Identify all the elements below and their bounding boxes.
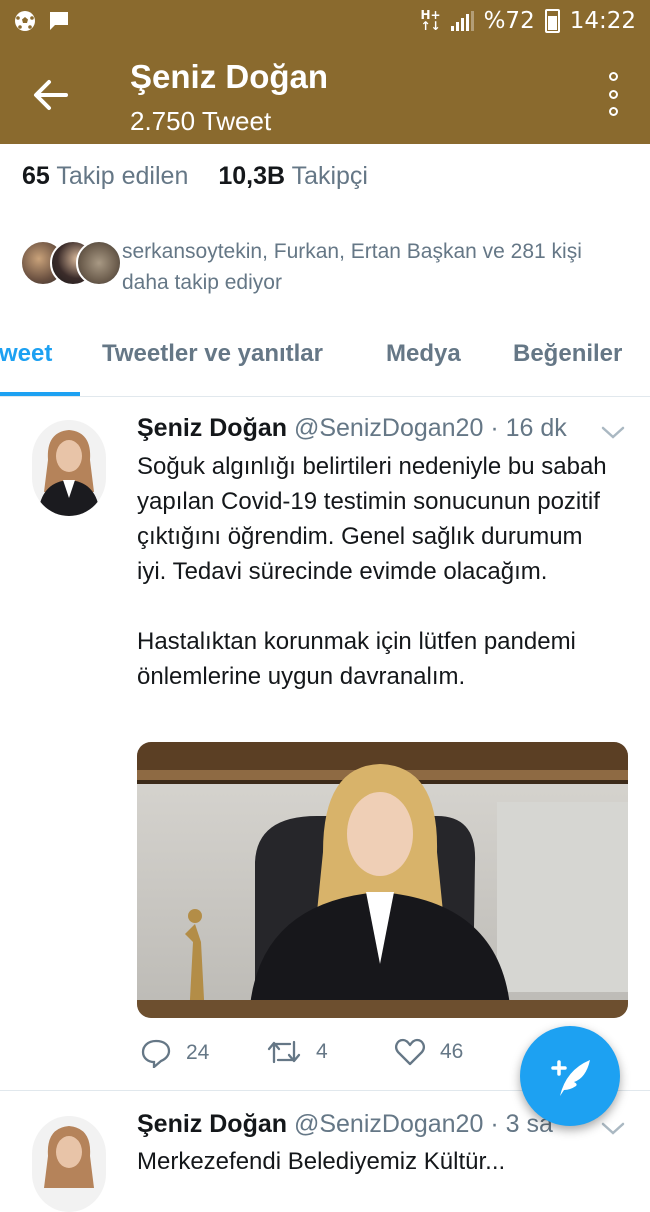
reply-count: 24 xyxy=(186,1041,210,1064)
tweet-author-line: Şeniz Doğan @SenizDogan20 · 3 sa xyxy=(137,1110,553,1139)
like-count: 46 xyxy=(440,1040,464,1063)
compose-tweet-icon xyxy=(551,1060,590,1096)
reply-icon xyxy=(141,1039,171,1068)
tweet-author-avatar[interactable] xyxy=(32,420,106,516)
clock: 14:22 xyxy=(569,8,636,34)
tab-tweets[interactable]: weet xyxy=(0,340,52,368)
reply-button[interactable]: 24 xyxy=(140,1038,209,1068)
tweet-count: 2.750 Tweet xyxy=(130,106,272,136)
status-bar: H+ ↑↓ %72 14:22 xyxy=(0,0,650,46)
followed-by-text: serkansoytekin, Furkan, Ertan Başkan ve … xyxy=(122,240,582,294)
battery-percentage: %72 xyxy=(483,8,535,34)
tweet-author-name[interactable]: Şeniz Doğan xyxy=(137,414,287,442)
retweet-count: 4 xyxy=(316,1040,328,1063)
tweet-author-avatar[interactable] xyxy=(32,1116,106,1212)
tweet-media-image[interactable] xyxy=(137,742,628,1018)
followed-by-row[interactable]: serkansoytekin, Furkan, Ertan Başkan ve … xyxy=(20,236,622,298)
tweet-text: Merkezefendi Belediyemiz Kültür... xyxy=(137,1148,506,1175)
page-title: Şeniz Doğan xyxy=(130,58,329,95)
arrow-left-icon xyxy=(34,80,68,110)
like-button[interactable]: 46 xyxy=(394,1038,463,1066)
tweet-text: Soğuk algınlığı belirtileri nedeniyle bu… xyxy=(137,449,617,694)
profile-tabs: weet Tweetler ve yanıtlar Medya Beğenile… xyxy=(0,322,650,397)
battery-icon xyxy=(544,9,560,33)
following-link[interactable]: 65 Takip edilen xyxy=(22,162,188,191)
heart-icon xyxy=(395,1038,425,1066)
network-type-indicator: H+ ↑↓ xyxy=(420,8,441,33)
compose-tweet-button[interactable] xyxy=(520,1026,620,1126)
tweet-paragraph: Hastalıktan korunmak için lütfen pandemi… xyxy=(137,628,576,690)
followers-count: 10,3B xyxy=(218,162,286,190)
tweet-author-handle: @SenizDogan20 xyxy=(293,414,484,442)
tweet-paragraph: Soğuk algınlığı belirtileri nedeniyle bu… xyxy=(137,453,607,585)
back-button[interactable] xyxy=(28,72,74,118)
followed-by-avatars xyxy=(20,236,122,288)
active-tab-indicator xyxy=(0,392,80,396)
tweet-author-name[interactable]: Şeniz Doğan xyxy=(137,1110,287,1138)
following-label: Takip edilen xyxy=(56,162,189,190)
tab-media[interactable]: Medya xyxy=(386,340,461,368)
avatar xyxy=(32,1116,106,1212)
signal-icon xyxy=(450,11,474,31)
profile-header-bar: Şeniz Doğan 2.750 Tweet xyxy=(0,46,650,144)
more-options-button[interactable] xyxy=(602,72,624,116)
retweet-icon xyxy=(267,1040,301,1064)
following-count: 65 xyxy=(22,162,50,190)
retweet-button[interactable]: 4 xyxy=(266,1038,328,1066)
tweet-author-handle: @SenizDogan20 xyxy=(293,1110,484,1138)
followers-label: Takipçi xyxy=(291,162,368,190)
follow-stats: 65 Takip edilen 10,3B Takipçi xyxy=(22,162,368,191)
tab-likes[interactable]: Beğeniler xyxy=(513,340,622,368)
soccer-ball-icon xyxy=(15,11,35,31)
tweet-time: · 16 dk xyxy=(490,414,567,442)
tab-tweets-and-replies[interactable]: Tweetler ve yanıtlar xyxy=(102,340,323,368)
tweet-author-line: Şeniz Doğan @SenizDogan20 · 16 dk xyxy=(137,414,567,443)
message-icon xyxy=(50,12,68,30)
avatar xyxy=(76,240,122,286)
avatar xyxy=(32,420,106,516)
followers-link[interactable]: 10,3B Takipçi xyxy=(218,162,368,191)
chevron-down-icon[interactable] xyxy=(600,424,626,442)
more-vertical-icon xyxy=(608,72,618,81)
